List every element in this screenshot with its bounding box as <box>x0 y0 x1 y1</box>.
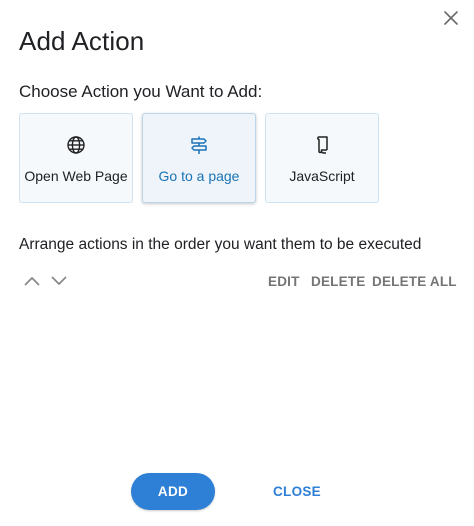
close-button[interactable]: CLOSE <box>262 473 332 510</box>
signpost-icon <box>188 134 210 156</box>
edit-button[interactable]: EDIT <box>268 274 300 289</box>
chevron-up-icon <box>24 273 40 291</box>
choose-action-prompt: Choose Action you Want to Add: <box>19 82 263 101</box>
option-javascript[interactable]: JavaScript <box>265 113 379 203</box>
close-icon[interactable] <box>439 6 463 30</box>
option-open-web-page[interactable]: Open Web Page <box>19 113 133 203</box>
option-label: Go to a page <box>158 168 240 184</box>
option-label: Open Web Page <box>24 168 128 184</box>
dialog-title: Add Action <box>19 26 145 56</box>
arrange-hint: Arrange actions in the order you want th… <box>19 236 422 253</box>
add-button[interactable]: ADD <box>131 473 215 510</box>
delete-all-button[interactable]: DELETE ALL <box>372 274 457 289</box>
globe-icon <box>65 134 87 156</box>
chevron-down-icon <box>51 273 67 291</box>
script-icon <box>311 134 333 156</box>
move-up-button[interactable] <box>22 272 42 292</box>
move-down-button[interactable] <box>49 272 69 292</box>
option-label: JavaScript <box>289 168 355 184</box>
option-go-to-page[interactable]: Go to a page <box>142 113 256 203</box>
delete-button[interactable]: DELETE <box>311 274 365 289</box>
